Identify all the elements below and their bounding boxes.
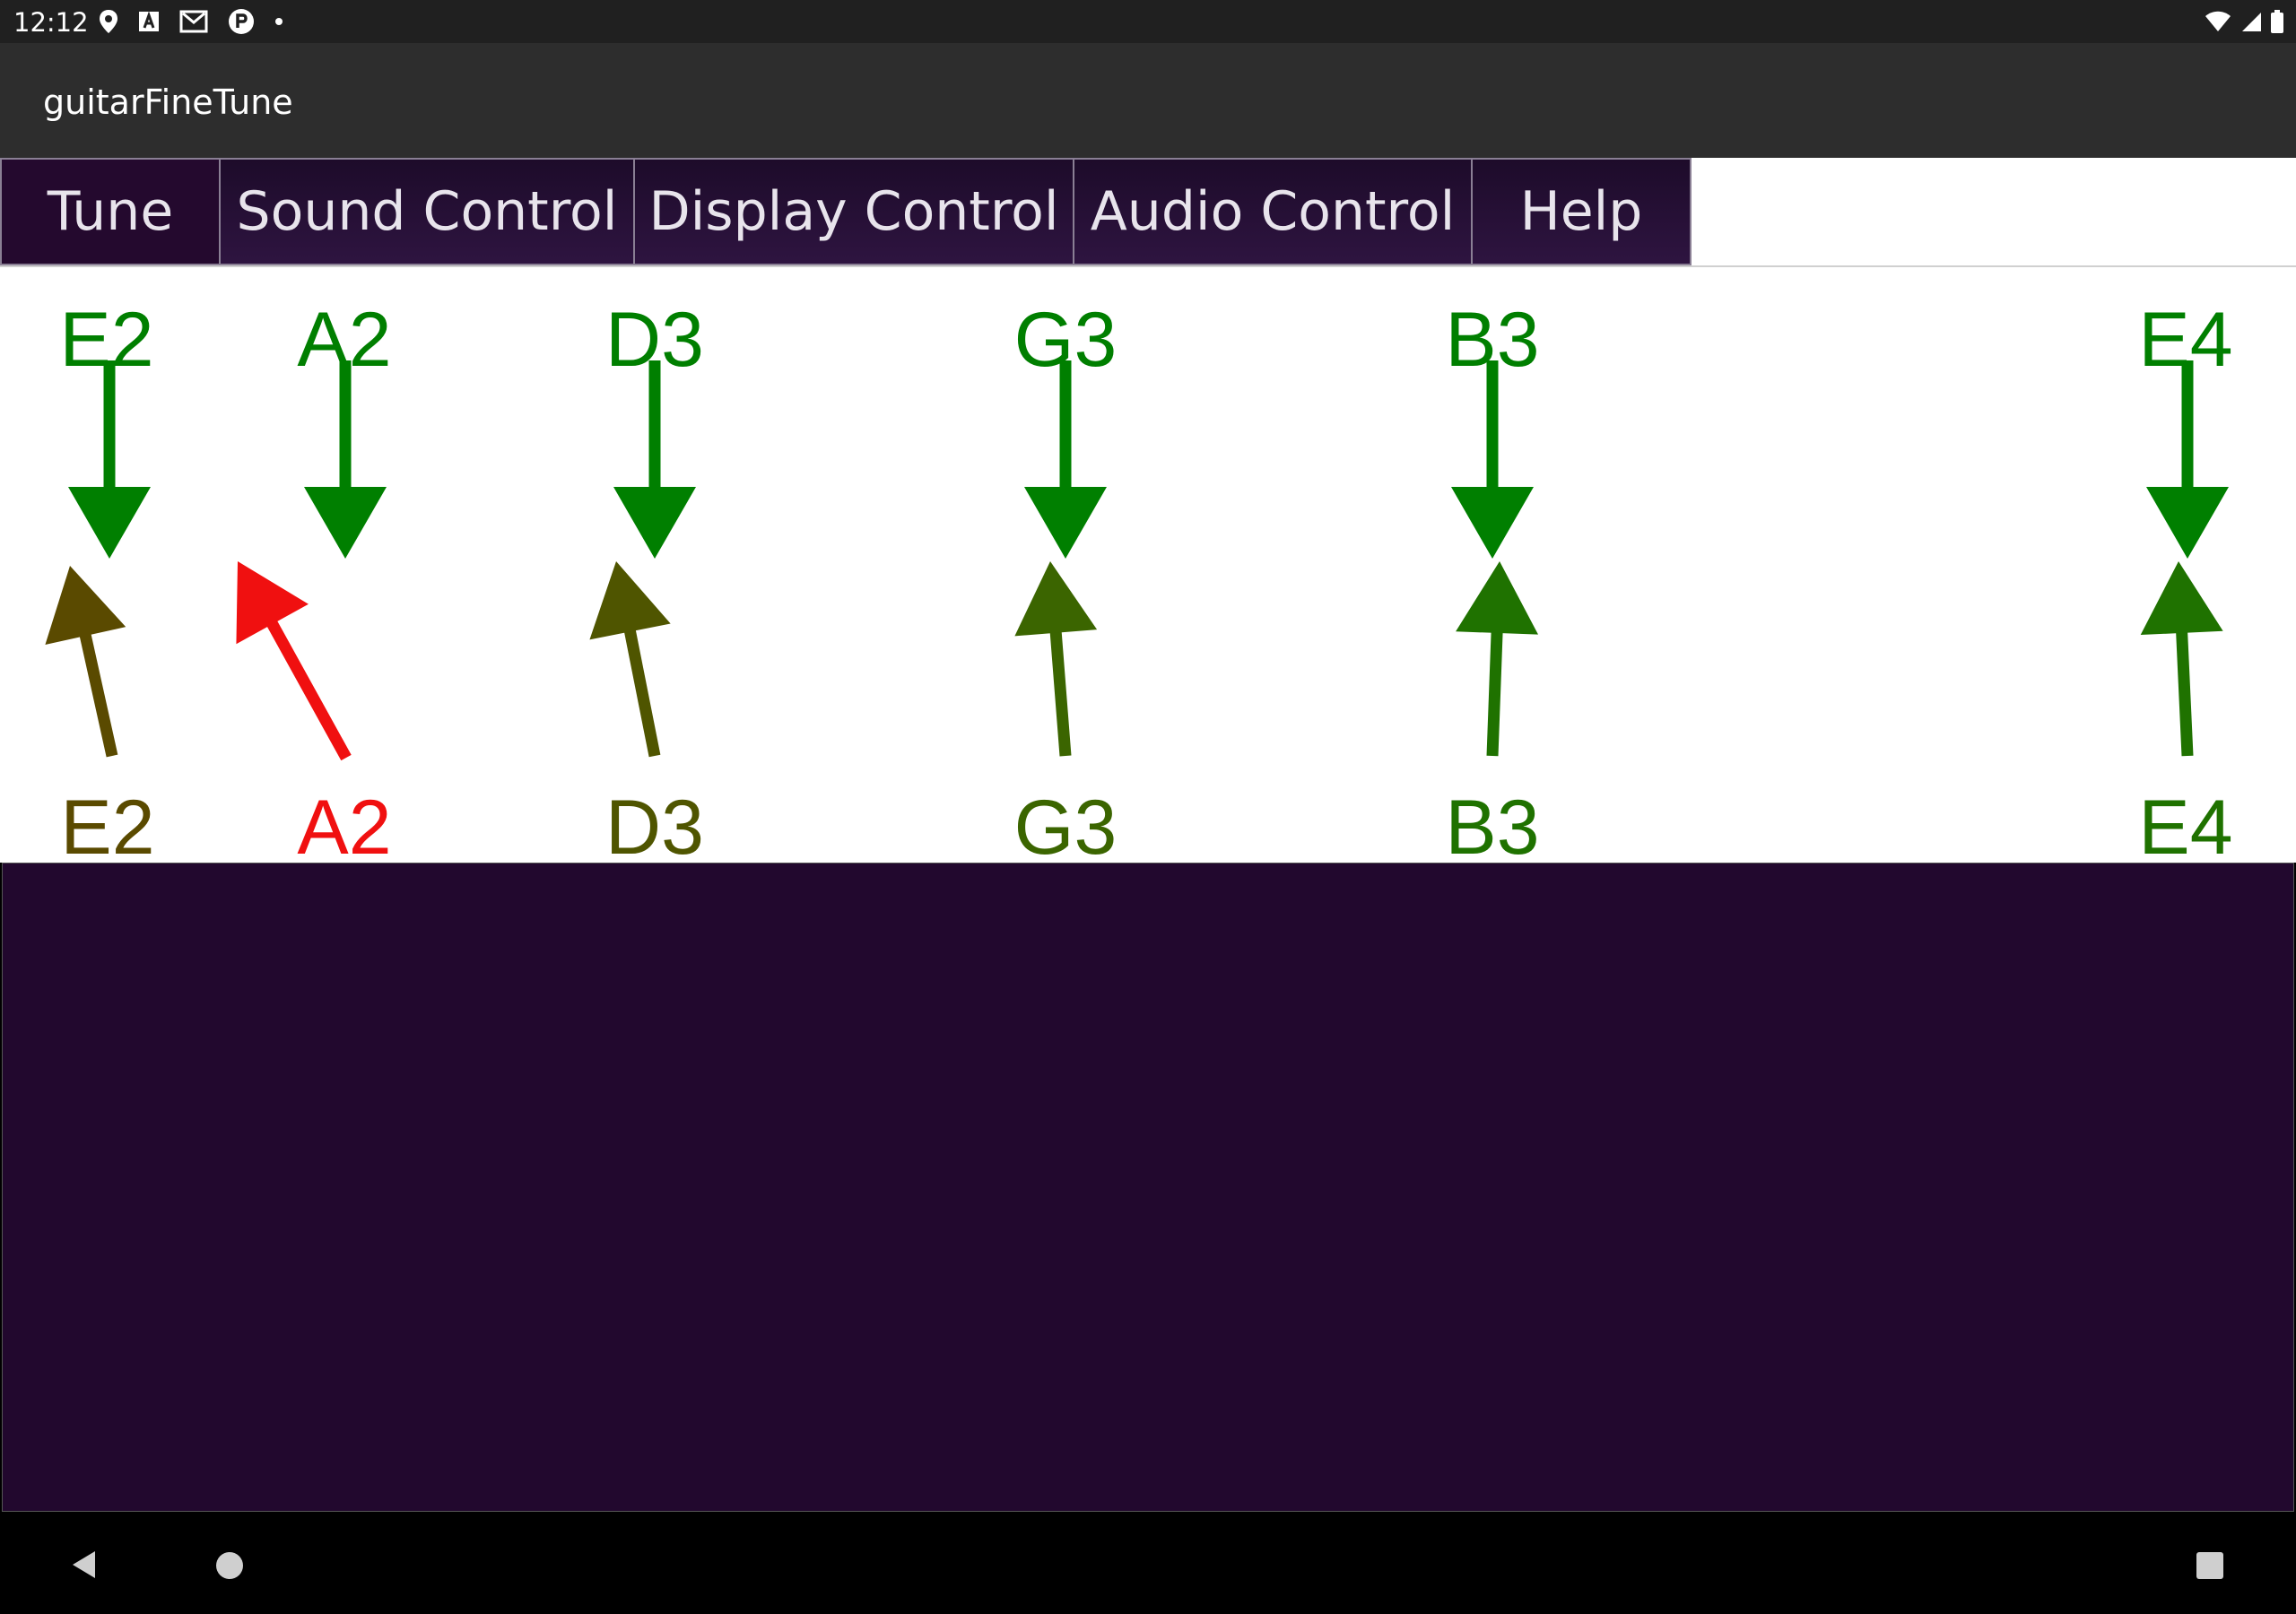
navigation-bar [0,1512,2296,1614]
detected-arrow [1014,561,1098,757]
tab-help[interactable]: Help [1471,158,1692,265]
tab-tune[interactable]: Tune [0,158,221,265]
gmail-icon [179,10,208,33]
detected-arrow [1456,561,1539,757]
recents-icon[interactable] [2196,1551,2224,1580]
reference-arrow [1024,360,1107,559]
reference-arrow [2146,360,2229,559]
status-time: 12:12 [13,7,89,38]
tab-audio-control[interactable]: Audio Control [1073,158,1473,265]
status-system-icons [2205,7,2283,36]
location-pin-icon [100,10,117,33]
tab-display-control[interactable]: Display Control [633,158,1074,265]
detected-arrow [589,561,671,758]
reference-arrow [613,360,696,559]
detected-note-label: G3 [1014,785,1118,863]
tuner-lower-panel [2,863,2294,1512]
detected-arrow [236,561,352,761]
tuner-display: E2 A2 D3 G3 B3 E4 E2 A2 D3 G3 B3 E4 [0,267,2296,863]
detected-note-label: E2 [60,785,154,863]
font-a-icon [139,11,159,31]
back-icon[interactable] [70,1549,97,1580]
cell-signal-icon [2242,13,2261,31]
dot-icon [275,18,283,25]
tab-strip: Tune Sound Control Display Control Audio… [0,158,2296,267]
status-bar: 12:12 [0,0,2296,43]
status-notification-icons [99,7,283,36]
detected-note-label: D3 [605,785,704,863]
app-title: guitarFineTune [43,82,293,122]
app-p-icon [229,9,254,34]
app-bar: guitarFineTune [0,43,2296,158]
reference-arrow [304,360,387,559]
detected-arrow [2140,561,2223,757]
battery-icon [2271,10,2283,33]
tuner-canvas: E2 A2 D3 G3 B3 E4 E2 A2 D3 G3 B3 E4 [45,297,2233,863]
reference-arrow [68,360,151,559]
detected-note-label: A2 [297,785,391,863]
detected-note-label: E4 [2138,785,2232,863]
wifi-icon [2205,11,2231,31]
tab-sound-control[interactable]: Sound Control [219,158,635,265]
home-icon[interactable] [215,1551,244,1580]
reference-arrow [1451,360,1534,559]
detected-note-label: B3 [1445,785,1539,863]
detected-arrow [45,566,126,758]
